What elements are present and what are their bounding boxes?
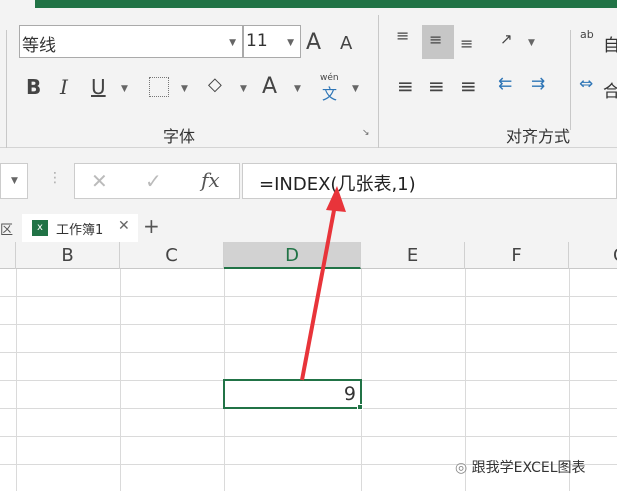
merge-button[interactable]: 合 <box>603 77 617 102</box>
chevron-down-icon: ▼ <box>240 84 247 94</box>
font-size-value: 11 <box>246 31 268 51</box>
watermark: ◎ 跟我学EXCEL图表 <box>455 457 586 477</box>
insert-function-button[interactable]: fx <box>201 168 220 192</box>
underline-button[interactable]: U <box>91 75 106 99</box>
tab-previous[interactable]: 区 <box>0 219 13 238</box>
chevron-down-icon: ▼ <box>11 176 18 186</box>
wrap-text-icon: ab <box>580 28 594 41</box>
watermark-text: 跟我学EXCEL图表 <box>471 460 586 476</box>
font-size-select[interactable]: 11 ▼ <box>243 25 301 58</box>
chevron-down-icon: ▼ <box>121 84 128 94</box>
column-header-c[interactable]: C <box>120 242 224 269</box>
chevron-down-icon: ▼ <box>181 84 188 94</box>
font-name-select[interactable]: 等线 ▼ <box>19 25 243 58</box>
font-group-label: 字体 <box>163 127 196 146</box>
column-header-f[interactable]: F <box>465 242 569 269</box>
align-bottom-icon[interactable]: ≡ <box>460 34 473 53</box>
align-center-icon[interactable]: ≡ <box>428 74 445 98</box>
font-name-value: 等线 <box>22 36 56 56</box>
column-header-e[interactable]: E <box>361 242 465 269</box>
close-tab-button[interactable]: ✕ <box>118 218 130 234</box>
align-top-icon[interactable]: ≡ <box>396 26 409 45</box>
title-bar-accent <box>35 0 617 8</box>
dialog-launcher-icon[interactable]: ↘ <box>362 128 370 138</box>
align-group-label: 对齐方式 <box>506 127 571 146</box>
align-right-icon[interactable]: ≡ <box>460 74 477 98</box>
tab-label: 工作簿1 <box>56 223 104 238</box>
increase-indent-icon[interactable]: ⇉ <box>531 74 545 94</box>
annotation-arrow <box>300 186 346 381</box>
fill-handle[interactable] <box>357 404 363 410</box>
phonetic-button[interactable]: 文 <box>322 83 337 104</box>
formula-buttons: ✕ ✓ fx <box>74 163 240 199</box>
wechat-icon: ◎ <box>455 460 472 476</box>
chevron-down-icon: ▼ <box>352 84 359 94</box>
wrap-text-button[interactable]: 自 <box>603 31 617 56</box>
phonetic-top: wén <box>320 73 339 83</box>
font-color-button[interactable]: A <box>262 74 277 99</box>
drag-handle-icon[interactable]: ⋮ <box>48 170 62 186</box>
cancel-button[interactable]: ✕ <box>91 169 108 193</box>
tab-workbook1[interactable]: x 工作簿1 ✕ <box>22 214 138 242</box>
align-left-icon[interactable]: ≡ <box>397 74 414 98</box>
arrow-shaft <box>300 204 337 381</box>
chevron-down-icon: ▼ <box>287 38 294 48</box>
arrow-head <box>326 186 346 212</box>
new-tab-button[interactable]: + <box>143 214 160 238</box>
chevron-down-icon: ▼ <box>528 38 535 48</box>
orientation-icon[interactable]: ↗ <box>500 30 513 48</box>
align-middle-icon: ≡ <box>429 30 443 49</box>
border-button[interactable] <box>149 77 169 97</box>
bold-button[interactable]: B <box>26 75 41 99</box>
column-header-g[interactable]: G <box>569 242 617 269</box>
decrease-indent-icon[interactable]: ⇇ <box>498 74 512 94</box>
column-header-a[interactable] <box>0 242 16 269</box>
italic-button[interactable]: I <box>60 75 68 99</box>
excel-icon: x <box>32 220 48 236</box>
grow-font-button[interactable]: A <box>306 30 321 55</box>
name-box[interactable]: ▼ <box>0 163 28 199</box>
merge-icon: ⇔ <box>579 74 594 94</box>
fill-color-icon[interactable]: ◇ <box>208 74 222 95</box>
enter-button[interactable]: ✓ <box>145 169 162 193</box>
shrink-font-button[interactable]: A <box>340 33 352 54</box>
chevron-down-icon: ▼ <box>229 38 236 48</box>
chevron-down-icon: ▼ <box>294 84 301 94</box>
column-header-b[interactable]: B <box>16 242 120 269</box>
